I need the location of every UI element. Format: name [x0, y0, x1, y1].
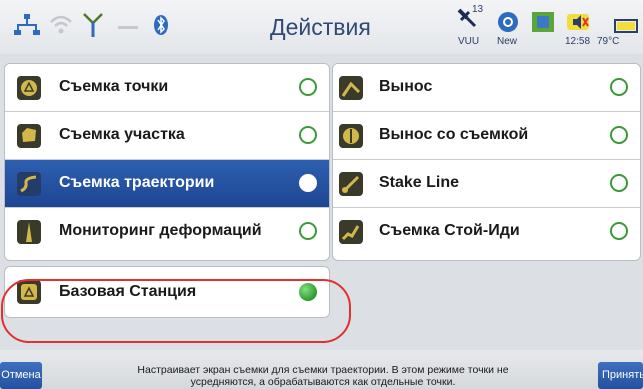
action-stakeout[interactable]: Вынос [333, 64, 640, 112]
radio-button[interactable] [610, 222, 628, 240]
action-label: Съемка траектории [59, 174, 215, 191]
stakeout-survey-icon [339, 124, 363, 148]
survey-area-icon [17, 124, 41, 148]
action-label: Съемка точки [59, 78, 169, 95]
action-survey-point[interactable]: Съемка точки [5, 64, 329, 112]
new-label: New [497, 36, 518, 47]
action-label: Мониторинг деформаций [59, 222, 262, 239]
deformation-monitor-icon [17, 220, 41, 244]
radio-button[interactable] [299, 222, 317, 240]
map-icon[interactable] [530, 8, 556, 38]
temperature: 79°C [597, 36, 620, 47]
radio-button[interactable] [610, 126, 628, 144]
network-icon[interactable] [14, 10, 40, 40]
satellite-count: 13 [472, 4, 484, 15]
radio-button[interactable] [299, 126, 317, 144]
action-survey-trajectory[interactable]: Съемка траектории [5, 160, 329, 208]
radio-button[interactable] [299, 174, 317, 192]
footer-bar: Отмена Настраивает экран съемки для съем… [0, 350, 643, 389]
survey-trajectory-icon [17, 172, 41, 196]
action-label: Съемка Стой-Иди [379, 222, 520, 239]
action-label: Вынос со съемкой [379, 126, 529, 143]
accept-button[interactable]: Принять [598, 362, 643, 389]
signal-icon[interactable] [115, 10, 141, 40]
stakeout-actions-list: Вынос Вынос со съемкой Stake Line Съемка… [332, 63, 641, 261]
action-stake-line[interactable]: Stake Line [333, 160, 640, 208]
antenna-icon[interactable] [80, 10, 106, 40]
page-title: Действия [270, 14, 371, 40]
action-stakeout-with-survey[interactable]: Вынос со съемкой [333, 112, 640, 160]
action-label: Stake Line [379, 174, 460, 191]
radio-button[interactable] [299, 78, 317, 96]
speaker-icon[interactable] [565, 8, 591, 38]
survey-actions-list: Съемка точки Съемка участка Съемка траек… [4, 63, 330, 261]
action-survey-area[interactable]: Съемка участка [5, 112, 329, 160]
cancel-button[interactable]: Отмена [0, 362, 42, 389]
stop-go-icon [339, 220, 363, 244]
action-stop-and-go[interactable]: Съемка Стой-Иди [333, 208, 640, 256]
annotation-highlight [1, 279, 351, 343]
wifi-icon[interactable] [48, 10, 74, 40]
description-line-1: Настраивает экран съемки для съемки трае… [137, 364, 509, 376]
status-bar: Действия 13 VUU New 12:58 79°C [0, 0, 643, 54]
stakeout-icon [339, 76, 363, 100]
radio-button[interactable] [610, 78, 628, 96]
survey-point-icon [17, 76, 41, 100]
action-deformation-monitoring[interactable]: Мониторинг деформаций [5, 208, 329, 256]
description-line-2: усредняются, а обрабатываются как отдель… [190, 376, 456, 388]
vuu-label: VUU [458, 36, 480, 47]
action-label: Вынос [379, 78, 433, 95]
clock: 12:58 [565, 36, 591, 47]
action-description: Настраивает экран съемки для съемки трае… [88, 364, 558, 388]
bluetooth-icon[interactable] [148, 10, 174, 40]
action-label: Съемка участка [59, 126, 185, 143]
stake-line-icon [339, 172, 363, 196]
radio-button[interactable] [610, 174, 628, 192]
